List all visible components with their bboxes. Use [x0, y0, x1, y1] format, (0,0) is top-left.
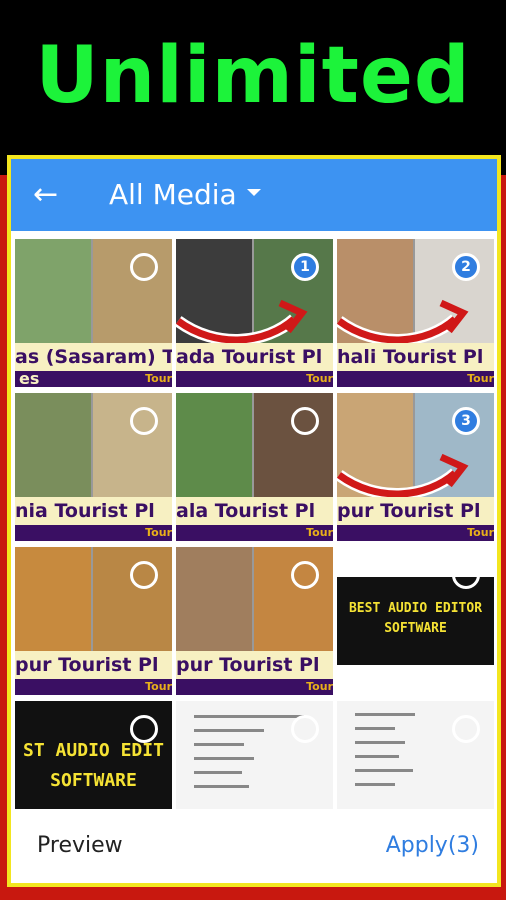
tile-caption: ada Tourist Pl: [176, 343, 333, 371]
select-circle[interactable]: [452, 561, 480, 589]
thumbnail-image-right: [93, 547, 172, 651]
album-title[interactable]: All Media: [109, 177, 237, 213]
red-curved-arrow-icon: [176, 299, 308, 346]
doc-line: [194, 743, 244, 746]
doc-line: [355, 713, 415, 716]
tile-tour-label: Tour: [145, 680, 172, 693]
thumbnail-image-right: [254, 547, 333, 651]
tile-caption-sub: es: [19, 369, 40, 387]
tile-caption: nia Tourist Pl: [15, 497, 172, 525]
thumbnail-image-left: [15, 393, 91, 497]
tile-tour-label: Tour: [306, 526, 333, 539]
select-circle[interactable]: [291, 561, 319, 589]
tile-tour-label: Tour: [306, 680, 333, 693]
select-circle-selected[interactable]: 3: [452, 407, 480, 435]
red-curved-arrow-icon: [337, 299, 469, 346]
select-circle[interactable]: [452, 715, 480, 743]
media-tile[interactable]: ala Tourist Pl Tour: [176, 393, 333, 541]
tile-tour-label: Tour: [467, 526, 494, 539]
tile-caption: pur Tourist Pl: [337, 497, 494, 525]
media-tile[interactable]: ada Tourist Pl Tour 1: [176, 239, 333, 387]
media-tile[interactable]: [176, 701, 333, 809]
audio-title-line2: SOFTWARE: [384, 621, 447, 636]
doc-line: [194, 785, 249, 788]
media-tile[interactable]: nia Tourist Pl Tour: [15, 393, 172, 541]
thumbnail-image-left: [176, 393, 252, 497]
tile-caption: as (Sasaram) To: [15, 343, 172, 371]
doc-line: [355, 741, 405, 744]
doc-line: [355, 727, 395, 730]
select-circle[interactable]: [130, 561, 158, 589]
tile-caption: pur Tourist Pl: [176, 651, 333, 679]
media-tile[interactable]: ST AUDIO EDIT SOFTWARE: [15, 701, 172, 809]
phone-screen: ← All Media as (Sasaram) To es Tour ada …: [7, 155, 501, 887]
doc-line: [194, 729, 264, 732]
caret-down-icon[interactable]: [247, 189, 261, 196]
doc-line: [194, 715, 304, 718]
thumbnail-image-left: [15, 547, 91, 651]
tile-tour-label: Tour: [145, 372, 172, 385]
media-tile[interactable]: [337, 701, 494, 809]
thumbnail-image-right: [93, 239, 172, 343]
media-tile[interactable]: BEST AUDIO EDITOR SOFTWARE: [337, 547, 494, 695]
banner-headline: Unlimited: [35, 31, 471, 121]
doc-line: [355, 783, 395, 786]
thumbnail-image-left: [176, 547, 252, 651]
audio-title-line1: BEST AUDIO EDITOR: [348, 601, 483, 616]
app-bar: ← All Media: [11, 159, 497, 231]
tile-tour-label: Tour: [306, 372, 333, 385]
tile-tour-label: Tour: [145, 526, 172, 539]
red-curved-arrow-icon: [337, 453, 469, 500]
select-circle[interactable]: [291, 407, 319, 435]
doc-line: [194, 771, 242, 774]
doc-line: [355, 769, 413, 772]
select-circle[interactable]: [130, 407, 158, 435]
media-grid: as (Sasaram) To es Tour ada Tourist Pl T…: [11, 233, 497, 809]
tile-caption: hali Tourist Pl: [337, 343, 494, 371]
media-tile[interactable]: hali Tourist Pl Tour 2: [337, 239, 494, 387]
tile-caption: pur Tourist Pl: [15, 651, 172, 679]
bottom-bar: Preview Apply(3): [11, 809, 497, 883]
select-circle[interactable]: [291, 715, 319, 743]
media-tile[interactable]: pur Tourist Pl Tour: [15, 547, 172, 695]
arrow-left-icon[interactable]: ←: [33, 171, 73, 219]
thumbnail-image-right: [254, 393, 333, 497]
select-circle[interactable]: [130, 253, 158, 281]
audio-title-line2: SOFTWARE: [50, 770, 137, 791]
select-circle-selected[interactable]: 2: [452, 253, 480, 281]
media-tile[interactable]: as (Sasaram) To es Tour: [15, 239, 172, 387]
media-tile[interactable]: pur Tourist Pl Tour 3: [337, 393, 494, 541]
doc-line: [194, 757, 254, 760]
thumbnail-image-left: [15, 239, 91, 343]
tile-caption: ala Tourist Pl: [176, 497, 333, 525]
preview-button[interactable]: Preview: [37, 833, 123, 858]
tile-tour-label: Tour: [467, 372, 494, 385]
doc-line: [355, 755, 399, 758]
media-tile[interactable]: pur Tourist Pl Tour: [176, 547, 333, 695]
thumbnail-image-right: [93, 393, 172, 497]
select-circle[interactable]: [130, 715, 158, 743]
apply-button[interactable]: Apply(3): [386, 833, 479, 858]
select-circle-selected[interactable]: 1: [291, 253, 319, 281]
